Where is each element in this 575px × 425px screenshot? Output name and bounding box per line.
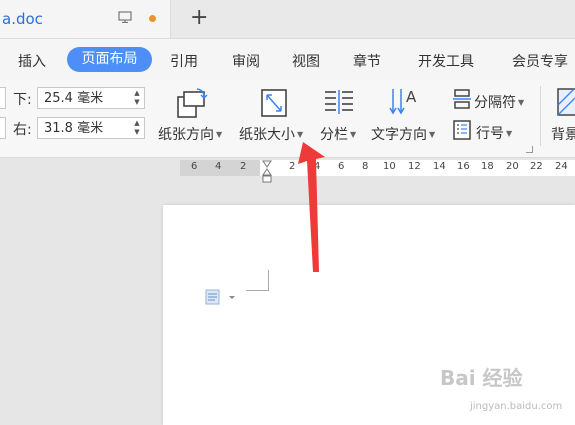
columns-label: 分栏 [320,127,348,143]
indent-marker-icon[interactable] [262,160,272,186]
page-orientation-icon[interactable] [175,86,209,120]
tab-review[interactable]: 审阅 [232,51,260,71]
ruler-tick: 10 [383,161,396,172]
margin-bottom-stepper[interactable]: 25.4 毫米 ▲ ▼ [37,87,145,109]
ruler-tick: 4 [314,161,321,172]
paper-size-button[interactable]: 纸张大小 ▼ [239,124,303,144]
dropdown-caret-icon: ▼ [506,129,513,138]
columns-button[interactable]: 分栏 ▼ [320,124,356,144]
watermark-url: jingyan.baidu.com [470,401,563,412]
ruler-tick: 16 [457,161,470,172]
stepper-arrows-icon[interactable]: ▲ ▼ [132,89,142,107]
ruler-tick: 8 [362,161,369,172]
ruler-tick: 24 [555,161,568,172]
paper-size-label: 纸张大小 [239,127,295,143]
ribbon-divider [540,86,541,146]
ribbon-tabs: 插入 页面布局 引用 审阅 视图 章节 开发工具 会员专享 [0,39,575,79]
ruler-tick: 2 [240,161,247,172]
ruler-tick: 20 [506,161,519,172]
ruler-tick: 6 [191,161,198,172]
breaks-label: 分隔符 [474,95,516,111]
line-numbers-icon[interactable] [451,119,473,141]
line-numbers-label: 行号 [476,126,504,142]
document-page[interactable] [163,205,575,425]
text-direction-icon[interactable]: A [388,86,422,118]
tab-insert[interactable]: 插入 [18,51,46,71]
margin-left-field-partial[interactable] [0,117,6,139]
ruler-tick: 14 [433,161,446,172]
dropdown-caret-icon: ▼ [518,98,525,107]
tab-page-layout[interactable]: 页面布局 [67,47,152,72]
svg-text:A: A [406,88,417,106]
columns-icon[interactable] [323,88,355,118]
tab-sections[interactable]: 章节 [353,51,381,71]
stepper-arrows-icon[interactable]: ▲ ▼ [132,119,142,137]
tab-developer[interactable]: 开发工具 [418,51,474,71]
paragraph-format-icon[interactable] [205,289,239,305]
title-bar: a.doc + [0,0,575,39]
ruler-tick: 12 [408,161,421,172]
margin-top-field-partial[interactable] [0,87,6,109]
document-tab[interactable]: a.doc [0,0,171,38]
page-setup-launcher-icon[interactable] [526,146,533,153]
margin-right-stepper[interactable]: 31.8 毫米 ▲ ▼ [37,117,145,139]
line-numbers-button[interactable]: 行号 ▼ [476,123,512,143]
page-orientation-button[interactable]: 纸张方向 ▼ [158,124,222,144]
margin-right-value: 31.8 毫米 [44,121,104,136]
margin-right-label: 右: [13,122,32,138]
ruler-tick: 2 [289,161,296,172]
ruler-tick: 6 [338,161,345,172]
dropdown-caret-icon: ▼ [350,130,357,139]
document-name: a.doc [2,10,43,28]
page-orientation-label: 纸张方向 [158,127,214,143]
tab-references[interactable]: 引用 [170,51,198,71]
margin-bottom-label: 下: [13,92,32,108]
dropdown-caret-icon: ▼ [297,130,304,139]
tab-member[interactable]: 会员专享 [512,51,568,71]
text-direction-label: 文字方向 [371,127,427,143]
ruler-tick: 4 [215,161,222,172]
text-direction-button[interactable]: 文字方向 ▼ [371,124,435,144]
dropdown-caret-icon: ▼ [216,130,223,139]
unsaved-dot-icon [149,15,156,22]
ruler-tick: 18 [481,161,494,172]
tab-view[interactable]: 视图 [292,51,320,71]
breaks-button[interactable]: 分隔符 ▼ [474,92,524,112]
breaks-icon[interactable] [451,88,473,110]
dropdown-caret-icon: ▼ [429,130,436,139]
watermark-logo: Bai 经验 [440,366,523,390]
ruler-tick: 22 [530,161,543,172]
monitor-icon[interactable] [118,11,132,23]
new-tab-button[interactable]: + [190,6,208,30]
paper-size-icon[interactable] [258,86,290,120]
background-icon[interactable] [556,87,575,119]
margin-bottom-value: 25.4 毫米 [44,91,104,106]
background-button[interactable]: 背景 [551,124,575,144]
margin-corner-mark [246,270,269,291]
